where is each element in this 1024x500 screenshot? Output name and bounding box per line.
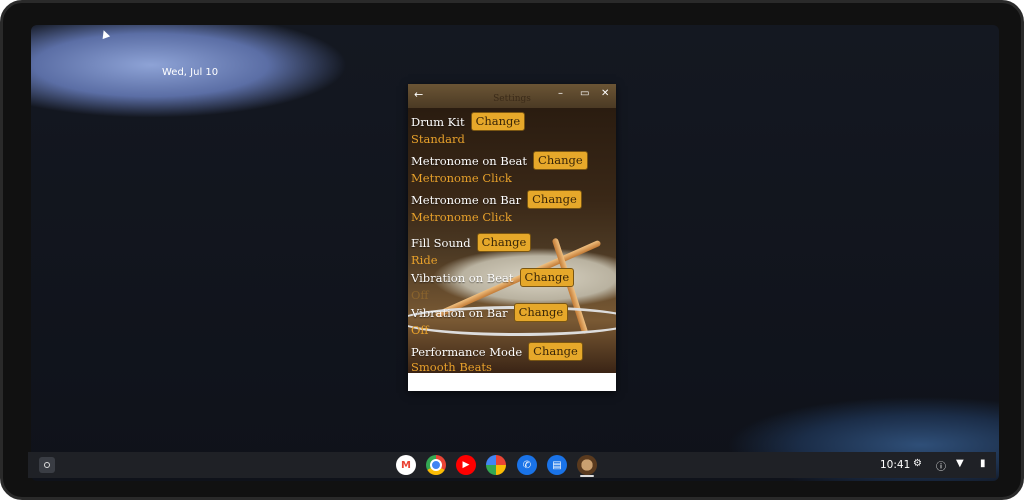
gmail-icon[interactable]: M bbox=[396, 455, 416, 475]
setting-value: Off bbox=[411, 288, 429, 302]
setting-value: Off bbox=[411, 323, 429, 337]
setting-label: Vibration on Beat bbox=[411, 270, 514, 285]
close-icon[interactable]: ✕ bbox=[601, 88, 609, 99]
setting-label: Metronome on Bar bbox=[411, 192, 522, 207]
change-vibration-bar-button[interactable]: Change bbox=[513, 303, 569, 322]
settings-window: ← Settings – ▭ ✕ Drum Kit Change Standar… bbox=[408, 84, 616, 391]
wifi-icon[interactable]: ▼ bbox=[956, 458, 964, 469]
chrome-icon[interactable] bbox=[426, 455, 446, 475]
youtube-icon[interactable]: ▶ bbox=[456, 455, 476, 475]
change-vibration-beat-button[interactable]: Change bbox=[519, 268, 575, 287]
change-drum-kit-button[interactable]: Change bbox=[470, 112, 526, 131]
clock[interactable]: 10:41 bbox=[880, 459, 910, 471]
chrome-center bbox=[430, 459, 442, 471]
photos-icon[interactable]: ✿ bbox=[486, 455, 506, 475]
active-app-indicator bbox=[580, 475, 594, 477]
title-bar: ← Settings – ▭ ✕ bbox=[408, 84, 616, 108]
setting-row-fill-sound: Fill Sound Change bbox=[411, 233, 532, 252]
change-performance-mode-button[interactable]: Change bbox=[528, 342, 583, 361]
change-fill-sound-button[interactable]: Change bbox=[476, 233, 532, 252]
info-icon[interactable]: ⓘ bbox=[936, 458, 946, 473]
change-metronome-bar-button[interactable]: Change bbox=[527, 190, 582, 209]
settings-content: Drum Kit Change Standard Metronome on Be… bbox=[408, 108, 616, 373]
mouse-cursor-icon bbox=[99, 28, 111, 40]
phone-icon[interactable]: ✆ bbox=[517, 455, 537, 475]
setting-row-metronome-bar: Metronome on Bar Change bbox=[411, 190, 582, 209]
setting-row-vibration-bar: Vibration on Bar Change bbox=[411, 303, 569, 322]
setting-label: Metronome on Beat bbox=[411, 153, 528, 168]
maximize-icon[interactable]: ▭ bbox=[580, 88, 589, 99]
battery-icon[interactable]: ▮ bbox=[980, 458, 986, 469]
window-bottom-bar bbox=[408, 373, 616, 391]
change-metronome-beat-button[interactable]: Change bbox=[533, 151, 588, 170]
setting-value: Metronome Click bbox=[411, 210, 512, 224]
drum-app-icon[interactable] bbox=[577, 455, 597, 475]
setting-row-vibration-beat: Vibration on Beat Change bbox=[411, 268, 575, 287]
setting-value: Ride bbox=[411, 253, 438, 267]
setting-label: Fill Sound bbox=[411, 235, 471, 250]
setting-value: Standard bbox=[411, 132, 465, 146]
launcher-icon[interactable] bbox=[39, 457, 55, 473]
messages-icon[interactable]: ▤ bbox=[547, 455, 567, 475]
setting-row-drum-kit: Drum Kit Change bbox=[411, 112, 526, 131]
setting-row-metronome-beat: Metronome on Beat Change bbox=[411, 151, 588, 170]
minimize-icon[interactable]: – bbox=[558, 88, 563, 99]
setting-label: Vibration on Bar bbox=[411, 305, 508, 320]
gear-icon[interactable]: ⚙ bbox=[913, 458, 922, 469]
shelf: M ▶ ✿ ✆ ▤ 10:41 ⚙ ⓘ ▼ ▮ bbox=[28, 452, 996, 478]
setting-row-performance-mode: Performance Mode Change bbox=[411, 342, 583, 361]
setting-label: Performance Mode bbox=[411, 344, 523, 359]
setting-label: Drum Kit bbox=[411, 114, 465, 129]
setting-value: Smooth Beats bbox=[411, 360, 492, 373]
desktop-date: Wed, Jul 10 bbox=[162, 67, 219, 78]
setting-value: Metronome Click bbox=[411, 171, 512, 185]
